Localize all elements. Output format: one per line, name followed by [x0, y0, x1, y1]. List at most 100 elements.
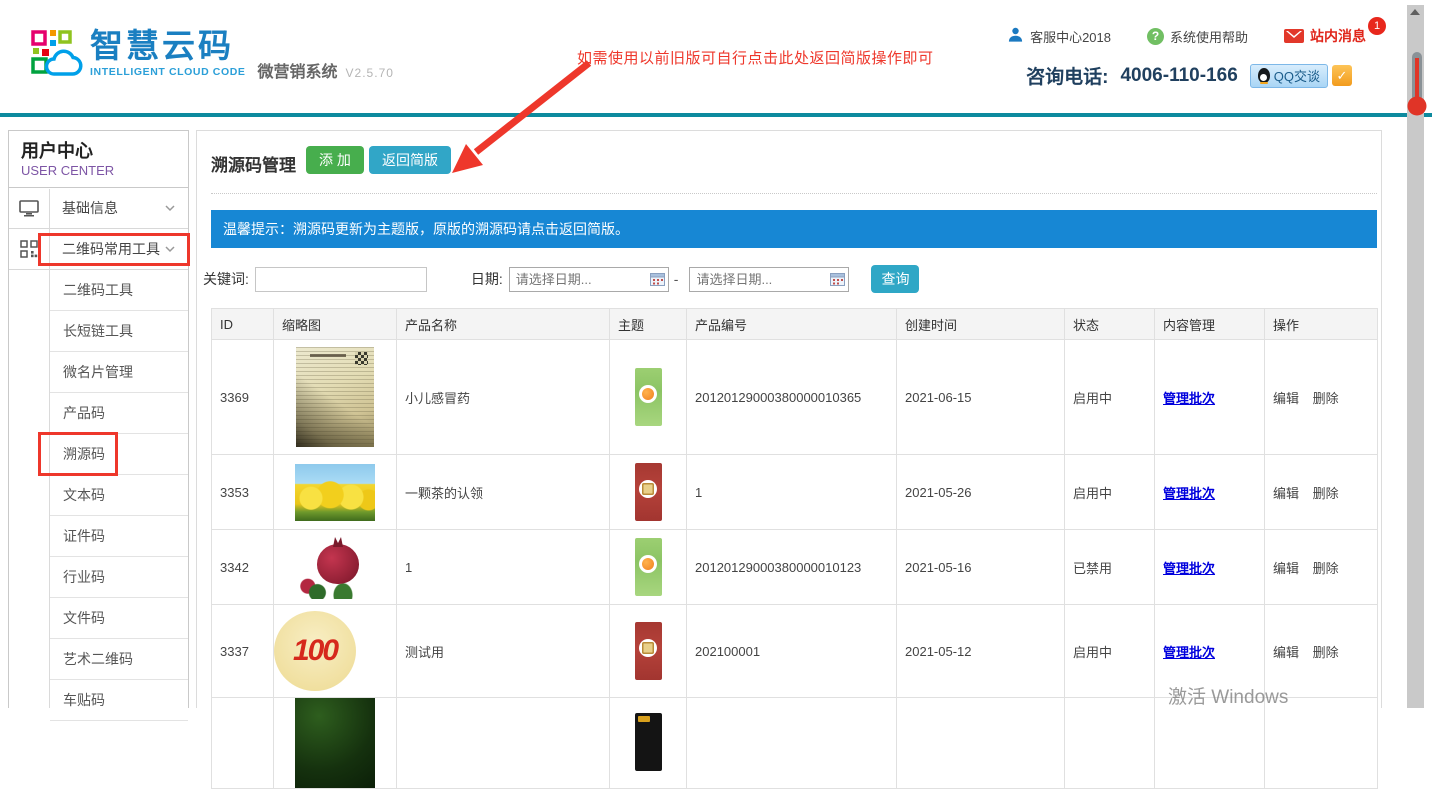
sidebar-item-text-code[interactable]: 文本码	[50, 475, 188, 516]
col-header-code: 产品编号	[687, 309, 897, 340]
theme-thumbnail	[635, 713, 662, 771]
cell-id	[212, 698, 274, 789]
col-header-content: 内容管理	[1155, 309, 1265, 340]
sidebar-gutter-divider	[49, 189, 50, 708]
sidebar: 用户中心 USER CENTER 基础信息 二维码常用工具 二维码工具 长短链工…	[8, 130, 189, 708]
col-header-thumb: 缩略图	[274, 309, 397, 340]
back-to-simple-button[interactable]: 返回简版	[369, 146, 451, 174]
col-header-actions: 操作	[1265, 309, 1378, 340]
chevron-down-icon	[164, 240, 176, 258]
cell-product-name: 1	[397, 530, 610, 605]
calendar-icon[interactable]	[650, 272, 665, 289]
date-from-input[interactable]	[509, 267, 669, 292]
cell-product-name: 小儿感冒药	[397, 340, 610, 455]
chevron-down-icon	[164, 199, 176, 217]
qq-chat-button[interactable]: QQ交谈	[1250, 64, 1328, 88]
qq-penguin-icon	[1258, 68, 1270, 83]
cell-status: 已禁用	[1065, 530, 1155, 605]
annotation-note: 如需使用以前旧版可自行点击此处返回简版操作即可	[577, 47, 934, 68]
col-header-id: ID	[212, 309, 274, 340]
delete-link[interactable]: 删除	[1313, 561, 1339, 576]
sidebar-item-short-link[interactable]: 长短链工具	[50, 311, 188, 352]
cell-id: 3337	[212, 605, 274, 698]
cell-product-code	[687, 698, 897, 789]
site-messages-link[interactable]: 站内消息 1	[1284, 26, 1366, 46]
sidebar-title: 用户中心	[21, 140, 188, 162]
logo-title: 智慧云码	[90, 28, 246, 64]
col-header-status: 状态	[1065, 309, 1155, 340]
search-button[interactable]: 查询	[871, 265, 919, 293]
service-center-link[interactable]: 客服中心2018	[1007, 26, 1111, 46]
contact-row: 咨询电话: 4006-110-166 QQ交谈 ✓	[1026, 62, 1352, 89]
date-to-input[interactable]	[689, 267, 849, 292]
keyword-label: 关键词:	[203, 269, 249, 289]
user-icon	[1007, 26, 1024, 46]
delete-link[interactable]: 删除	[1313, 391, 1339, 406]
delete-link[interactable]: 删除	[1313, 645, 1339, 660]
phone-number: 4006-110-166	[1120, 65, 1237, 87]
sidebar-item-cert-code[interactable]: 证件码	[50, 516, 188, 557]
system-help-link[interactable]: ? 系统使用帮助	[1147, 27, 1248, 46]
cell-status	[1065, 698, 1155, 789]
cell-product-name: 测试用	[397, 605, 610, 698]
sidebar-item-qr-common-tools[interactable]: 二维码常用工具	[9, 229, 188, 270]
edit-link[interactable]: 编辑	[1273, 391, 1299, 406]
sidebar-item-trace-code[interactable]: 溯源码	[50, 434, 188, 475]
envelope-icon	[1284, 29, 1304, 43]
cell-created: 2021-05-26	[897, 455, 1065, 530]
sidebar-item-basic-info[interactable]: 基础信息	[9, 188, 188, 229]
sidebar-item-industry-code[interactable]: 行业码	[50, 557, 188, 598]
thumbnail-100-text: 100	[293, 634, 337, 668]
calendar-icon[interactable]	[830, 272, 845, 289]
activate-windows-watermark: 激活 Windows	[1168, 682, 1288, 709]
manage-batch-link[interactable]: 管理批次	[1163, 486, 1215, 501]
dotted-separator	[211, 193, 1377, 194]
main-panel: 溯源码管理 添 加 返回简版 温馨提示：溯源码更新为主题版，原版的溯源码请点击返…	[196, 130, 1382, 708]
cell-status: 启用中	[1065, 455, 1155, 530]
logo-qr-cloud-icon	[30, 28, 84, 85]
brand-logo: 智慧云码 INTELLIGENT CLOUD CODE 微营销系统 V2.5.7…	[30, 28, 394, 85]
product-version: V2.5.70	[346, 66, 394, 80]
col-header-created: 创建时间	[897, 309, 1065, 340]
sidebar-item-car-sticker[interactable]: 车贴码	[50, 680, 188, 721]
sidebar-item-product-code[interactable]: 产品码	[50, 393, 188, 434]
table-header-row: ID 缩略图 产品名称 主题 产品编号 创建时间 状态 内容管理 操作	[212, 309, 1378, 340]
cell-product-code: 202100001	[687, 605, 897, 698]
sidebar-item-qr-tool[interactable]: 二维码工具	[50, 270, 188, 311]
col-header-name: 产品名称	[397, 309, 610, 340]
delete-link[interactable]: 删除	[1313, 486, 1339, 501]
edit-link[interactable]: 编辑	[1273, 561, 1299, 576]
manage-batch-link[interactable]: 管理批次	[1163, 391, 1215, 406]
scrollbar-up-arrow-icon[interactable]	[1410, 9, 1420, 15]
cell-product-code: 20120129000380000010123	[687, 530, 897, 605]
sidebar-subtitle: USER CENTER	[21, 162, 188, 179]
cell-created: 2021-05-12	[897, 605, 1065, 698]
cell-id: 3353	[212, 455, 274, 530]
edit-link[interactable]: 编辑	[1273, 486, 1299, 501]
cell-created	[897, 698, 1065, 789]
keyword-input[interactable]	[255, 267, 427, 292]
theme-thumbnail	[635, 463, 662, 521]
cell-status: 启用中	[1065, 605, 1155, 698]
manage-batch-link[interactable]: 管理批次	[1163, 645, 1215, 660]
manage-batch-link[interactable]: 管理批次	[1163, 561, 1215, 576]
thermometer-scroll-indicator	[1405, 48, 1429, 118]
header-divider	[0, 113, 1432, 117]
phone-label: 咨询电话:	[1026, 62, 1108, 89]
edit-link[interactable]: 编辑	[1273, 645, 1299, 660]
message-count-badge: 1	[1368, 17, 1386, 35]
product-thumbnail	[295, 464, 375, 521]
table-row: 3353 一颗茶的认领 1 2021-05-26 启用中 管理批次 编辑 删除	[212, 455, 1378, 530]
add-button[interactable]: 添 加	[306, 146, 364, 174]
sidebar-item-micro-card[interactable]: 微名片管理	[50, 352, 188, 393]
theme-thumbnail	[635, 622, 662, 680]
filter-bar: 关键词: 日期: - 查询	[203, 265, 919, 293]
logo-subtitle: INTELLIGENT CLOUD CODE	[90, 66, 246, 78]
sidebar-item-file-code[interactable]: 文件码	[50, 598, 188, 639]
sidebar-item-art-qr[interactable]: 艺术二维码	[50, 639, 188, 680]
notice-banner: 温馨提示：溯源码更新为主题版，原版的溯源码请点击返回简版。	[211, 210, 1377, 248]
cell-created: 2021-05-16	[897, 530, 1065, 605]
date-label: 日期:	[471, 269, 503, 289]
cell-created: 2021-06-15	[897, 340, 1065, 455]
product-thumbnail	[295, 535, 375, 599]
